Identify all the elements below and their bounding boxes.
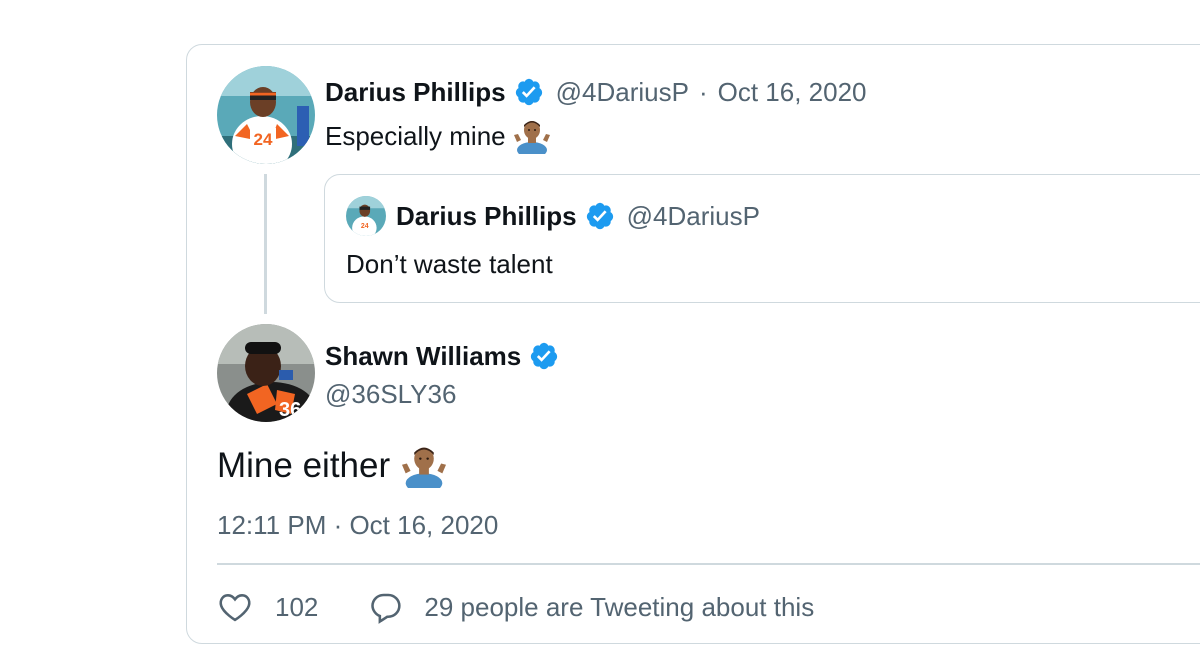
person-shrugging-emoji-icon <box>402 444 447 493</box>
quoted-author-name[interactable]: Darius Phillips <box>396 201 577 232</box>
parent-tweet-body: Especially mine <box>325 118 550 158</box>
parent-tweet-header: Darius Phillips @4DariusP · Oct 16, 2020 <box>325 76 867 108</box>
author-name[interactable]: Darius Phillips <box>325 77 506 108</box>
main-tweet-timestamp-row: 12:11 PM · Oct 16, 2020 <box>217 509 498 541</box>
like-count: 102 <box>275 591 319 622</box>
person-shrugging-emoji-icon <box>513 118 550 158</box>
main-tweet-handle-row: @36SLY36 <box>325 378 456 410</box>
avatar-darius-phillips[interactable]: 24 <box>217 66 315 164</box>
tweet-timestamp[interactable]: 12:11 PM · Oct 16, 2020 <box>217 510 498 541</box>
dot-separator: · <box>698 76 708 107</box>
tweet-text: Mine either <box>217 446 391 485</box>
quoted-tweet-text: Don’t waste talent <box>346 248 553 279</box>
quoted-tweet-header: Darius Phillips @4DariusP <box>396 200 760 232</box>
verified-badge-icon <box>529 341 559 371</box>
avatar-image: 36 <box>217 324 315 422</box>
author-handle[interactable]: @4DariusP <box>556 77 689 108</box>
reply-button[interactable]: 29 people are Tweeting about this <box>368 589 814 625</box>
main-tweet-header: Shawn Williams <box>325 340 559 372</box>
avatar-darius-phillips-small[interactable]: 24 <box>346 196 386 236</box>
like-button[interactable]: 102 <box>217 589 318 625</box>
thread-connector-line <box>264 174 267 314</box>
svg-text:24: 24 <box>254 130 273 149</box>
author-handle[interactable]: @36SLY36 <box>325 379 456 410</box>
tweeting-about-text: 29 people are Tweeting about this <box>424 591 815 622</box>
verified-badge-icon <box>585 201 615 231</box>
speech-bubble-icon <box>368 589 404 625</box>
actions-bar: 102 29 people are Tweeting about this <box>217 589 814 625</box>
tweet-date[interactable]: Oct 16, 2020 <box>718 77 867 108</box>
heart-icon <box>217 589 253 625</box>
avatar-image-small: 24 <box>346 196 386 236</box>
quoted-tweet-card[interactable] <box>324 174 1200 303</box>
quoted-tweet-body: Don’t waste talent <box>346 248 553 280</box>
avatar-shawn-williams[interactable]: 36 <box>217 324 315 422</box>
quoted-author-handle[interactable]: @4DariusP <box>627 201 760 232</box>
author-name[interactable]: Shawn Williams <box>325 341 521 372</box>
svg-text:24: 24 <box>361 223 369 230</box>
verified-badge-icon <box>514 77 544 107</box>
main-tweet-body: Mine either <box>217 444 447 493</box>
avatar-image: 24 <box>217 66 315 164</box>
tweet-text: Especially mine <box>325 120 506 151</box>
actions-divider <box>217 563 1200 565</box>
